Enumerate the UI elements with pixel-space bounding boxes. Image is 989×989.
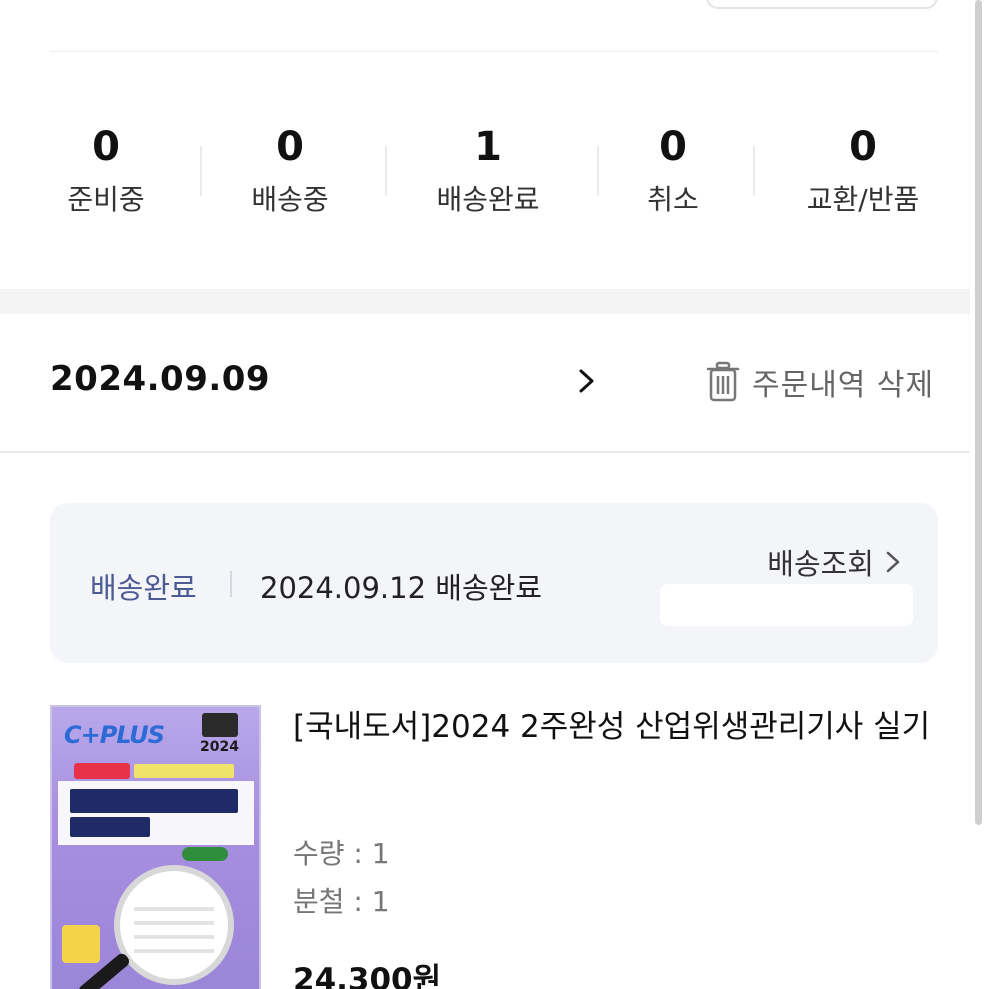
status-label: 교환/반품 <box>806 183 920 216</box>
product-price: 24,300원 <box>293 962 442 989</box>
status-label: 준비중 <box>67 183 145 216</box>
status-label: 취소 <box>647 183 699 216</box>
cover-year: 2024 <box>200 739 239 755</box>
product-image[interactable]: C+PLUS 2024 <box>50 705 261 989</box>
delivery-separator <box>230 571 232 597</box>
status-count: 0 <box>92 124 120 170</box>
cover-tag <box>134 764 234 778</box>
delivery-status-card: 배송완료 2024.09.12 배송완료 배송조회 <box>50 503 938 663</box>
cover-text-line <box>134 921 214 925</box>
status-separator <box>597 146 599 196</box>
product-title[interactable]: [국내도서]2024 2주완성 산업위생관리기사 실기 <box>293 702 933 752</box>
delete-order-label: 주문내역 삭제 <box>752 368 935 403</box>
cover-stamp <box>62 925 100 963</box>
status-delivered[interactable]: 1 배송완료 <box>398 118 578 220</box>
delete-order-button[interactable]: 주문내역 삭제 <box>706 358 934 406</box>
cover-text-line <box>134 935 214 939</box>
scrollbar[interactable] <box>975 0 982 825</box>
status-exchange-return[interactable]: 0 교환/반품 <box>773 118 953 220</box>
cover-title <box>70 789 238 813</box>
chevron-right-icon[interactable] <box>573 364 601 398</box>
cover-logo: C+PLUS <box>64 721 165 749</box>
status-shipping[interactable]: 0 배송중 <box>200 118 380 220</box>
section-separator <box>0 289 970 314</box>
status-count: 0 <box>849 124 877 170</box>
divider <box>0 451 970 453</box>
top-action-button[interactable] <box>706 0 938 9</box>
delivery-status: 배송완료 <box>90 571 197 605</box>
status-separator <box>200 146 202 196</box>
delivery-detail: 2024.09.12 배송완료 <box>260 571 542 605</box>
trash-icon <box>706 361 740 402</box>
status-count: 0 <box>276 124 304 170</box>
redacted-area <box>660 584 913 626</box>
magnifier-graphic <box>114 865 234 985</box>
status-separator <box>753 146 755 196</box>
cover-text-line <box>134 949 214 953</box>
status-separator <box>385 146 387 196</box>
status-count: 1 <box>474 124 502 170</box>
divider <box>50 51 938 52</box>
product-quantity: 수량 : 1 <box>293 837 390 870</box>
order-header: 2024.09.09 주문내역 삭제 <box>0 314 970 451</box>
publisher-logo <box>182 847 228 861</box>
chevron-right-icon <box>886 551 900 573</box>
product-split: 분철 : 1 <box>293 885 390 918</box>
cover-subtitle <box>70 817 150 837</box>
track-delivery-label: 배송조회 <box>767 547 874 581</box>
status-preparing[interactable]: 0 준비중 <box>16 118 196 220</box>
order-status-summary: 0 준비중 0 배송중 1 배송완료 0 취소 0 교환/반품 <box>0 118 970 238</box>
cover-tag <box>74 763 130 779</box>
status-cancelled[interactable]: 0 취소 <box>583 118 763 220</box>
cover-text-line <box>134 907 214 911</box>
status-count: 0 <box>659 124 687 170</box>
status-label: 배송완료 <box>436 183 540 216</box>
status-label: 배송중 <box>251 183 329 216</box>
cover-badge <box>202 713 238 737</box>
track-delivery-button[interactable]: 배송조회 <box>767 541 902 583</box>
order-date[interactable]: 2024.09.09 <box>50 359 270 399</box>
